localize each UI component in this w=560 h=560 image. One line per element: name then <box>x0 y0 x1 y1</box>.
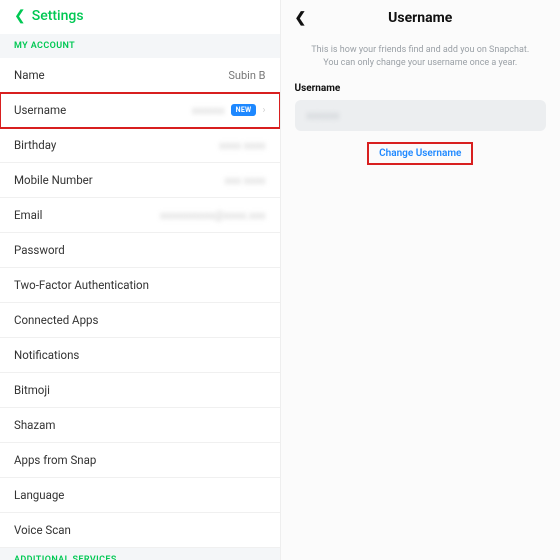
settings-row-name[interactable]: Name Subin B <box>0 58 280 93</box>
settings-row-password[interactable]: Password <box>0 233 280 268</box>
row-label: Password <box>14 243 65 257</box>
settings-row-two-factor-authentication[interactable]: Two-Factor Authentication <box>0 268 280 303</box>
row-value: xxxx xxxx <box>219 139 265 152</box>
row-label: Two-Factor Authentication <box>14 278 149 292</box>
username-field[interactable]: xxxxxx <box>295 100 547 131</box>
row-label: Apps from Snap <box>14 453 96 467</box>
row-label: Name <box>14 68 45 82</box>
row-label: Username <box>14 103 66 117</box>
settings-row-apps-from-snap[interactable]: Apps from Snap <box>0 443 280 478</box>
settings-row-notifications[interactable]: Notifications <box>0 338 280 373</box>
back-icon[interactable]: ❮ <box>295 10 307 26</box>
row-value: xxxxxxxxxx@xxxx.xxx <box>160 209 266 222</box>
row-value: xxx xxxx <box>225 174 266 187</box>
settings-row-email[interactable]: Email xxxxxxxxxx@xxxx.xxx <box>0 198 280 233</box>
username-field-label: Username <box>281 83 560 100</box>
row-label: Shazam <box>14 418 55 432</box>
settings-title: Settings <box>32 8 84 24</box>
settings-row-language[interactable]: Language <box>0 478 280 513</box>
row-value: Subin B <box>228 69 265 82</box>
settings-header: ❮ Settings <box>0 0 280 34</box>
username-panel: ❮ Username This is how your friends find… <box>281 0 560 560</box>
settings-row-birthday[interactable]: Birthday xxxx xxxx <box>0 128 280 163</box>
username-title: Username <box>388 10 452 26</box>
username-description: This is how your friends find and add yo… <box>281 38 560 83</box>
settings-row-voice-scan[interactable]: Voice Scan <box>0 513 280 548</box>
settings-row-mobile-number[interactable]: Mobile Number xxx xxxx <box>0 163 280 198</box>
username-field-value: xxxxxx <box>307 109 340 122</box>
row-label: Email <box>14 208 42 222</box>
settings-panel: ❮ Settings MY ACCOUNT Name Subin B Username… <box>0 0 281 560</box>
row-label: Birthday <box>14 138 56 152</box>
row-label: Connected Apps <box>14 313 98 327</box>
section-header: MY ACCOUNT <box>0 34 280 58</box>
row-value: xxxxxx <box>192 104 225 117</box>
row-label: Mobile Number <box>14 173 93 187</box>
username-header: ❮ Username <box>281 0 560 38</box>
row-label: Voice Scan <box>14 523 71 537</box>
row-label: Bitmoji <box>14 383 50 397</box>
back-icon[interactable]: ❮ <box>14 8 26 24</box>
row-label: Notifications <box>14 348 79 362</box>
chevron-right-icon: › <box>262 105 265 116</box>
settings-row-username[interactable]: Username xxxxxx NEW › <box>0 93 280 128</box>
change-username-button[interactable]: Change Username <box>367 142 473 165</box>
row-label: Language <box>14 488 64 502</box>
section-header: ADDITIONAL SERVICES <box>0 548 280 560</box>
new-badge: NEW <box>231 104 257 116</box>
settings-row-bitmoji[interactable]: Bitmoji <box>0 373 280 408</box>
settings-row-connected-apps[interactable]: Connected Apps <box>0 303 280 338</box>
settings-row-shazam[interactable]: Shazam <box>0 408 280 443</box>
settings-list: MY ACCOUNT Name Subin B Username xxxxxx NEW › B… <box>0 34 280 560</box>
